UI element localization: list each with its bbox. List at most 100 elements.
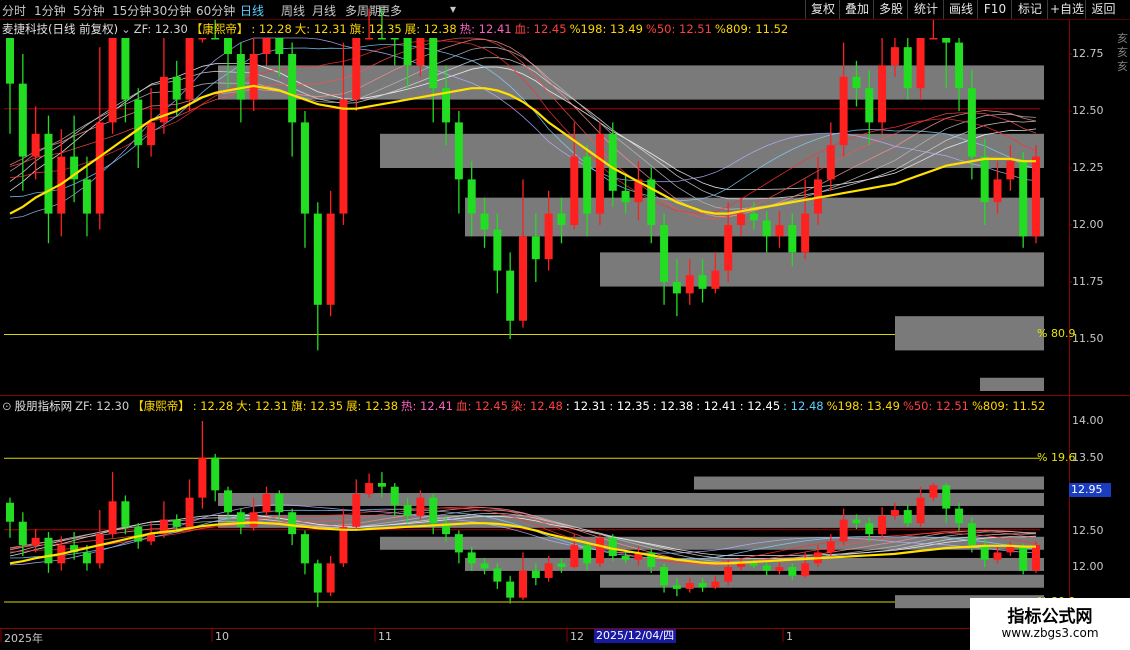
main-candle-7 <box>95 47 104 230</box>
main-candle-74 <box>955 38 964 111</box>
main-candle-18 <box>236 42 245 123</box>
sub-box-0 <box>694 476 1044 490</box>
main_panel-value-5: 展: 12.38 <box>404 22 457 36</box>
indicator-title: 股朋指标网 <box>14 399 73 413</box>
sub-y-label-1: 13.50 <box>1072 450 1104 464</box>
sub-candle-8 <box>108 472 117 538</box>
sub_panel-value-13: : 12.45 <box>739 399 781 413</box>
main_panel-value-10: %809: 11.52 <box>714 22 789 36</box>
watermark: 指标公式网 www.zbgs3.com <box>970 598 1130 650</box>
main-y-label-7: 12.25 <box>1072 161 1104 174</box>
sub_panel-value-8: 染: 12.48 <box>510 399 563 413</box>
sub-candle-22 <box>288 508 297 546</box>
sub-candle-33 <box>429 494 438 535</box>
main-box-3 <box>380 133 1044 168</box>
main-candle-79 <box>1019 152 1028 248</box>
main-candle-72 <box>929 19 938 40</box>
main-candle-62 <box>801 179 810 260</box>
sub-candle-71 <box>916 486 925 527</box>
sub_panel-value-1: 【康熙帝】 <box>132 399 190 413</box>
sub_panel-value-2: : 12.28 <box>192 399 234 413</box>
main-candle-25 <box>326 190 335 317</box>
sub-candle-27 <box>352 479 361 531</box>
sub_panel-value-17: %809: 11.52 <box>971 399 1046 413</box>
main_panel-value-4: 旗: 12.35 <box>349 22 402 36</box>
circle-chevron-icon[interactable]: ⌄ <box>121 22 131 36</box>
main-candle-22 <box>288 42 297 157</box>
sub-y-label-4: 12.00 <box>1072 560 1104 573</box>
sub-candle-7 <box>95 510 104 569</box>
sub-candle-15 <box>198 421 207 509</box>
main-candle-30 <box>390 38 399 66</box>
main-candle-24 <box>313 202 322 351</box>
x-label-4: 1 <box>786 630 793 643</box>
sub-candle-30 <box>390 483 399 516</box>
main-candle-39 <box>506 252 515 339</box>
main-candle-47 <box>608 122 617 207</box>
main-candle-8 <box>108 38 117 134</box>
sub-candle-51 <box>660 563 669 593</box>
main_panel-value-2: : 12.28 <box>251 22 292 36</box>
main_panel-info-line: 麦捷科技(日线 前复权) ⌄ ZF: 12.30 【康熙帝】: 12.28 大: 12.… <box>2 21 791 37</box>
sub_panel-value-5: 展: 12.38 <box>346 399 399 413</box>
sub-candle-3 <box>44 531 53 573</box>
stock-title: 麦捷科技(日线 前复权) <box>2 22 119 36</box>
circle-chevron-icon[interactable]: ⊙ <box>2 399 12 413</box>
sub_panel-value-7: 血: 12.45 <box>455 399 508 413</box>
sub_panel-value-0: ZF: 12.30 <box>75 399 130 413</box>
sub-candle-25 <box>326 556 335 597</box>
sub-candle-46 <box>595 534 604 567</box>
sub-candle-39 <box>506 575 515 604</box>
main_panel-value-0: ZF: 12.30 <box>133 22 188 36</box>
main-y-label-10: 11.50 <box>1072 332 1104 345</box>
sub-pct-top-label: % 19.6 <box>1037 451 1076 465</box>
main-candle-23 <box>300 111 309 248</box>
main-y-label-6: 12.50 <box>1072 104 1104 117</box>
sub_panel-value-6: 热: 12.41 <box>401 399 453 413</box>
main-candle-13 <box>172 60 181 116</box>
main-candle-19 <box>249 38 258 111</box>
main_panel-value-7: 血: 12.45 <box>514 22 567 36</box>
main_panel-value-3: 大: 12.31 <box>294 22 347 36</box>
sub-candle-68 <box>878 507 887 538</box>
main-candle-12 <box>159 38 168 134</box>
sub-candle-79 <box>1019 543 1028 575</box>
sub_panel-value-3: 大: 12.31 <box>236 399 289 413</box>
x-label-2: 11 <box>378 630 392 643</box>
main-candle-9 <box>121 38 130 123</box>
main-candle-0 <box>6 38 14 134</box>
sub_panel-value-15: %198: 13.49 <box>826 399 900 413</box>
sub-candle-0 <box>6 497 14 538</box>
main_panel-value-8: %198: 13.49 <box>569 22 643 36</box>
main_panel-value-6: 热: 12.41 <box>459 22 512 36</box>
sub_panel-value-12: : 12.41 <box>696 399 737 413</box>
main-candle-68 <box>878 38 887 134</box>
watermark-title: 指标公式网 <box>1007 607 1093 627</box>
sub-candle-23 <box>300 530 309 575</box>
watermark-url: www.zbgs3.com <box>1001 626 1099 640</box>
main-candle-80 <box>1032 145 1040 244</box>
sub_panel-value-10: : 12.35 <box>609 399 650 413</box>
sub-y-label-3: 12.50 <box>1072 523 1104 537</box>
main-candle-5 <box>70 115 79 203</box>
sub-candle-5 <box>70 531 79 560</box>
sub-candle-14 <box>185 479 194 531</box>
main-y-label-9: 11.75 <box>1072 275 1104 288</box>
main-candle-51 <box>660 213 669 305</box>
sub_panel-value-9: : 12.31 <box>565 399 607 413</box>
main-box-6 <box>895 316 1044 351</box>
main-box-7 <box>980 377 1044 391</box>
main-candle-46 <box>595 122 604 225</box>
main-candle-15 <box>198 38 207 43</box>
sub_panel-value-14: : 12.48 <box>783 399 824 413</box>
sub_panel-value-16: %50: 12.51 <box>902 399 969 413</box>
main-candle-33 <box>429 38 438 123</box>
main-candle-35 <box>454 111 463 214</box>
main-pct-bottom-label: % 80.9 <box>1037 327 1076 341</box>
x-label-0: 2025年 <box>4 632 43 645</box>
main-y-label-5: 12.75 <box>1072 47 1104 60</box>
sub-candle-35 <box>454 530 463 564</box>
candlestick-chart <box>0 8 1130 642</box>
sub-candle-65 <box>839 508 848 546</box>
sub-candle-18 <box>236 508 245 535</box>
